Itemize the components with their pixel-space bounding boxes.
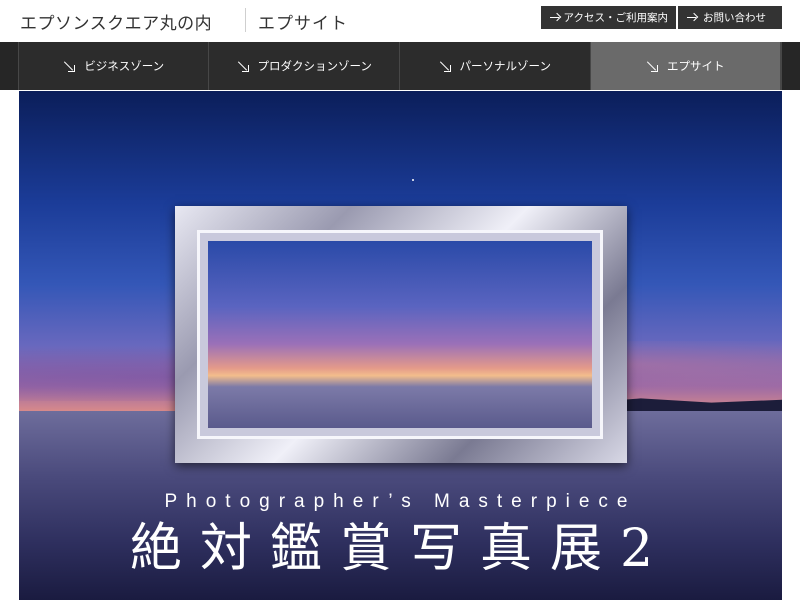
access-guide-label: アクセス・ご利用案内	[563, 12, 668, 24]
framed-photo	[208, 241, 592, 428]
nav-item-label: パーソナルゾーン	[459, 59, 551, 73]
nav-item-business-zone[interactable]: ビジネスゾーン	[19, 42, 210, 90]
global-nav: ビジネスゾーン プロダクションゾーン パーソナルゾーン エプサイト	[0, 42, 800, 90]
nav-edge-left	[0, 42, 19, 90]
hero-subtitle: Photographer’s Masterpiece	[164, 491, 637, 512]
access-guide-link[interactable]: アクセス・ご利用案内	[541, 6, 676, 29]
nav-item-label: ビジネスゾーン	[84, 59, 165, 73]
picture-frame	[175, 206, 627, 463]
arrow-down-right-icon	[63, 60, 76, 72]
hero-title: 絶対鑑賞写真展2	[129, 519, 672, 579]
arrow-down-right-icon	[439, 60, 451, 72]
contact-label: お問い合わせ	[703, 12, 766, 24]
nav-item-production-zone[interactable]: プロダクションゾーン	[209, 42, 400, 90]
picture-frame-mat	[197, 230, 603, 439]
arrow-down-right-icon	[646, 60, 658, 72]
nav-item-label: エプサイト	[667, 59, 725, 73]
hero-banner[interactable]: Photographer’s Masterpiece 絶対鑑賞写真展2	[19, 91, 782, 600]
arrow-down-right-icon	[237, 60, 249, 72]
arrow-right-icon	[549, 13, 560, 23]
nav-item-epsite[interactable]: エプサイト	[590, 42, 782, 90]
nav-edge-right	[781, 42, 800, 90]
site-logo[interactable]: エプソンスクエア丸の内	[20, 9, 212, 34]
nav-item-personal-zone[interactable]: パーソナルゾーン	[400, 42, 591, 90]
hero-star	[412, 179, 414, 181]
contact-link[interactable]: お問い合わせ	[678, 6, 782, 29]
nav-item-label: プロダクションゾーン	[257, 59, 372, 73]
header-divider	[245, 8, 246, 32]
site-name[interactable]: エプサイト	[258, 9, 348, 34]
arrow-right-icon	[686, 13, 699, 23]
site-header: エプソンスクエア丸の内 エプサイト アクセス・ご利用案内 お問い合わせ	[0, 0, 800, 42]
